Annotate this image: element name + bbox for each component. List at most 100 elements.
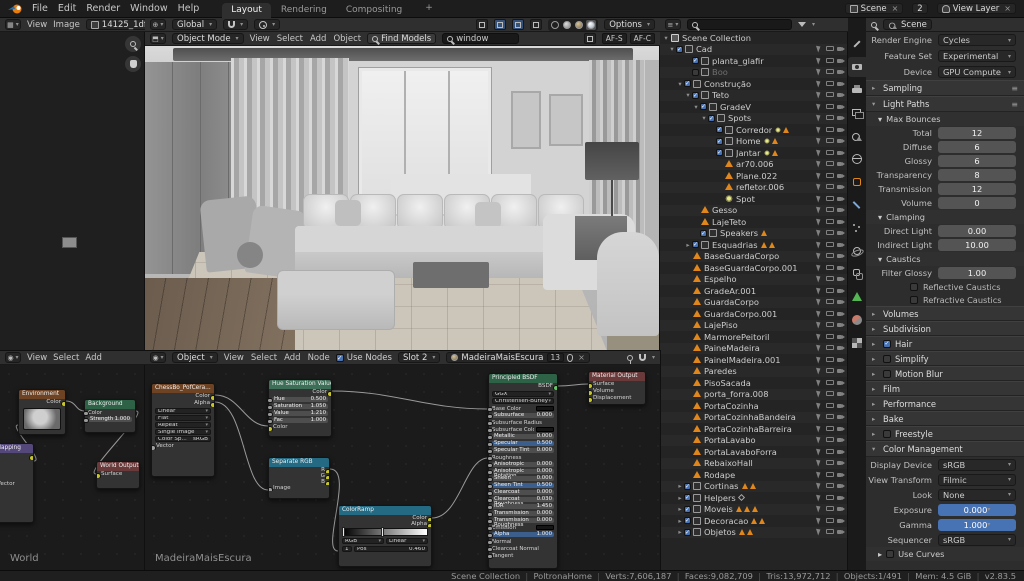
row-label[interactable]: PainelMadeira.001 [704,355,781,365]
expand-arrow[interactable]: ▸ [676,517,684,525]
node-param-row[interactable]: Alpha Alpha1.000 [489,531,557,538]
collection-checkbox[interactable] [716,149,723,156]
outliner-row[interactable]: Jantar [660,147,848,159]
collection-checkbox[interactable] [684,483,691,490]
selectable-toggle-icon[interactable] [815,356,823,364]
node-param-row[interactable]: Hue Hue0.500 [269,396,331,403]
snap-dropdown-icon[interactable]: ▾ [652,354,655,361]
checkbox[interactable] [910,283,918,291]
editor-type-icon[interactable]: ⬒ [150,33,166,44]
selectable-toggle-icon[interactable] [815,367,823,375]
expand-arrow[interactable]: ▸ [676,505,684,513]
topbar-menu-item[interactable]: File [32,3,48,14]
row-label[interactable]: BaseGuardaCorpo.001 [704,263,798,273]
outliner-row[interactable]: PisoSacada [660,377,848,389]
selectable-toggle-icon[interactable] [815,114,823,122]
editor-type-icon[interactable]: ▦ [5,19,21,30]
outliner-row[interactable]: RebaixoHall [660,458,848,470]
outliner-row[interactable]: MarmorePeitoril [660,331,848,343]
viewport-visibility-toggle-icon[interactable] [826,413,834,421]
slot-dropdown[interactable]: Slot 2 [398,352,440,363]
outliner-row[interactable]: ▸ Helpers [660,492,848,504]
node-param-row[interactable]: Sheen Sheen0.000 [489,475,557,482]
editor-type-icon[interactable]: ◉ [5,352,21,363]
checkbox[interactable] [910,296,918,304]
selectable-toggle-icon[interactable] [815,80,823,88]
panel-light-paths[interactable]: ▾Light Paths≡ [866,96,1024,112]
outliner-row[interactable]: ▾ Scene Collection [660,32,848,44]
world-node-canvas[interactable]: Mapping Vector Environment Color Backgro… [0,365,145,570]
viewport-visibility-toggle-icon[interactable] [826,390,834,398]
row-label[interactable]: RebaixoHall [704,458,753,468]
node-param-row[interactable]: Specular Tint Specular Tint0.000 [489,447,557,454]
shader-node-canvas[interactable]: ChessBo_PofCera... ColorAlpha Linear▾Fla… [145,365,660,570]
collapsed-panel[interactable]: ▸ Simplify [866,351,1024,366]
zoom-gizmo-icon[interactable] [125,36,141,52]
viewport-search[interactable] [442,33,519,44]
row-label[interactable]: Helpers [704,493,736,503]
field-dropdown[interactable]: Experimental▾ [938,50,1016,62]
principled-bsdf-node[interactable]: Principled BSDF BSDF GGX▾Christensen-Bur… [488,373,558,569]
image-texture-node[interactable]: ChessBo_PofCera... ColorAlpha Linear▾Fla… [151,383,215,477]
collection-checkbox[interactable] [684,517,691,524]
material-datablock[interactable]: MadeiraMaisEscura 13 × [446,352,589,363]
topbar-menu-item[interactable]: Edit [58,3,76,14]
image-editor-menu-item[interactable]: Image [53,20,80,30]
row-label[interactable]: PisoSacada [704,378,751,388]
shading-wireframe-button[interactable] [550,20,560,30]
outliner-row[interactable]: porta_forra.008 [660,389,848,401]
collapsed-panel[interactable]: ▸ Subdivision [866,321,1024,336]
material-output-node[interactable]: Material Output SurfaceVolumeDisplacemen… [588,371,646,405]
row-label[interactable]: Spot [736,194,755,204]
collapsed-panel[interactable]: ▸ Motion Blur [866,366,1024,381]
node-param-row[interactable]: IOR IOR1.450 [489,503,557,510]
field-value-widget[interactable]: 0.000▾ [938,504,1016,516]
find-models-button[interactable]: Find Models [367,33,436,44]
viewport-visibility-toggle-icon[interactable] [826,494,834,502]
mapping-node[interactable]: Mapping Vector [0,443,34,523]
render-visibility-toggle-icon[interactable] [837,91,845,99]
viewport-menu-item[interactable]: Select [277,34,303,44]
selectable-toggle-icon[interactable] [815,517,823,525]
outliner-row[interactable]: PortaCozinha [660,400,848,412]
render-visibility-toggle-icon[interactable] [837,367,845,375]
outliner-row[interactable]: BaseGuardaCorpo [660,251,848,263]
world-editor-menu-item[interactable]: Add [85,353,101,363]
viewport-visibility-toggle-icon[interactable] [826,356,834,364]
row-label[interactable]: Speakers [720,228,758,238]
row-label[interactable]: PortaCozinhaBandeira [704,412,796,422]
image-editor-canvas[interactable] [0,32,145,351]
node-param-row[interactable]: Fac Fac1.000 [269,417,331,424]
node-dropdown[interactable]: Repeat▾ [155,422,211,428]
outliner-row[interactable]: GuardaCorpo.001 [660,308,848,320]
node-param-row[interactable]: Clearcoat Clearcoat0.000 [489,489,557,496]
background-node[interactable]: Background Color Color Strength Strength… [84,399,136,433]
expand-arrow[interactable]: ▾ [662,34,670,42]
row-label[interactable]: Home [736,136,761,146]
viewport-render-canvas[interactable] [145,46,660,351]
render-visibility-toggle-icon[interactable] [837,321,845,329]
separate-rgb-node[interactable]: Separate RGB RGB Image [268,457,330,499]
field-value-widget[interactable]: 1.000▾ [938,519,1016,531]
selectable-toggle-icon[interactable] [815,482,823,490]
properties-tab[interactable] [848,218,866,238]
render-visibility-toggle-icon[interactable] [837,298,845,306]
checkbox-row[interactable]: Refractive Caustics [866,293,1024,306]
pan-hand-gizmo-icon[interactable] [125,56,141,72]
render-visibility-toggle-icon[interactable] [837,390,845,398]
selectable-toggle-icon[interactable] [815,459,823,467]
properties-tab[interactable] [848,149,866,169]
expand-arrow[interactable]: ▾ [676,80,684,88]
row-label[interactable]: Decoracao [704,516,748,526]
show-overlays-toggle[interactable] [494,19,506,30]
selectable-toggle-icon[interactable] [815,425,823,433]
view-layer-selector[interactable]: View Layer × [937,3,1016,14]
row-label[interactable]: Plane.022 [736,171,777,181]
outliner-row[interactable]: LajePiso [660,320,848,332]
overlap-icon[interactable] [584,33,596,44]
environment-texture-node[interactable]: Environment Color [18,389,66,435]
snapping-dropdown[interactable] [223,19,248,30]
properties-tab[interactable] [848,80,866,100]
viewport-visibility-toggle-icon[interactable] [826,528,834,536]
selectable-toggle-icon[interactable] [815,103,823,111]
